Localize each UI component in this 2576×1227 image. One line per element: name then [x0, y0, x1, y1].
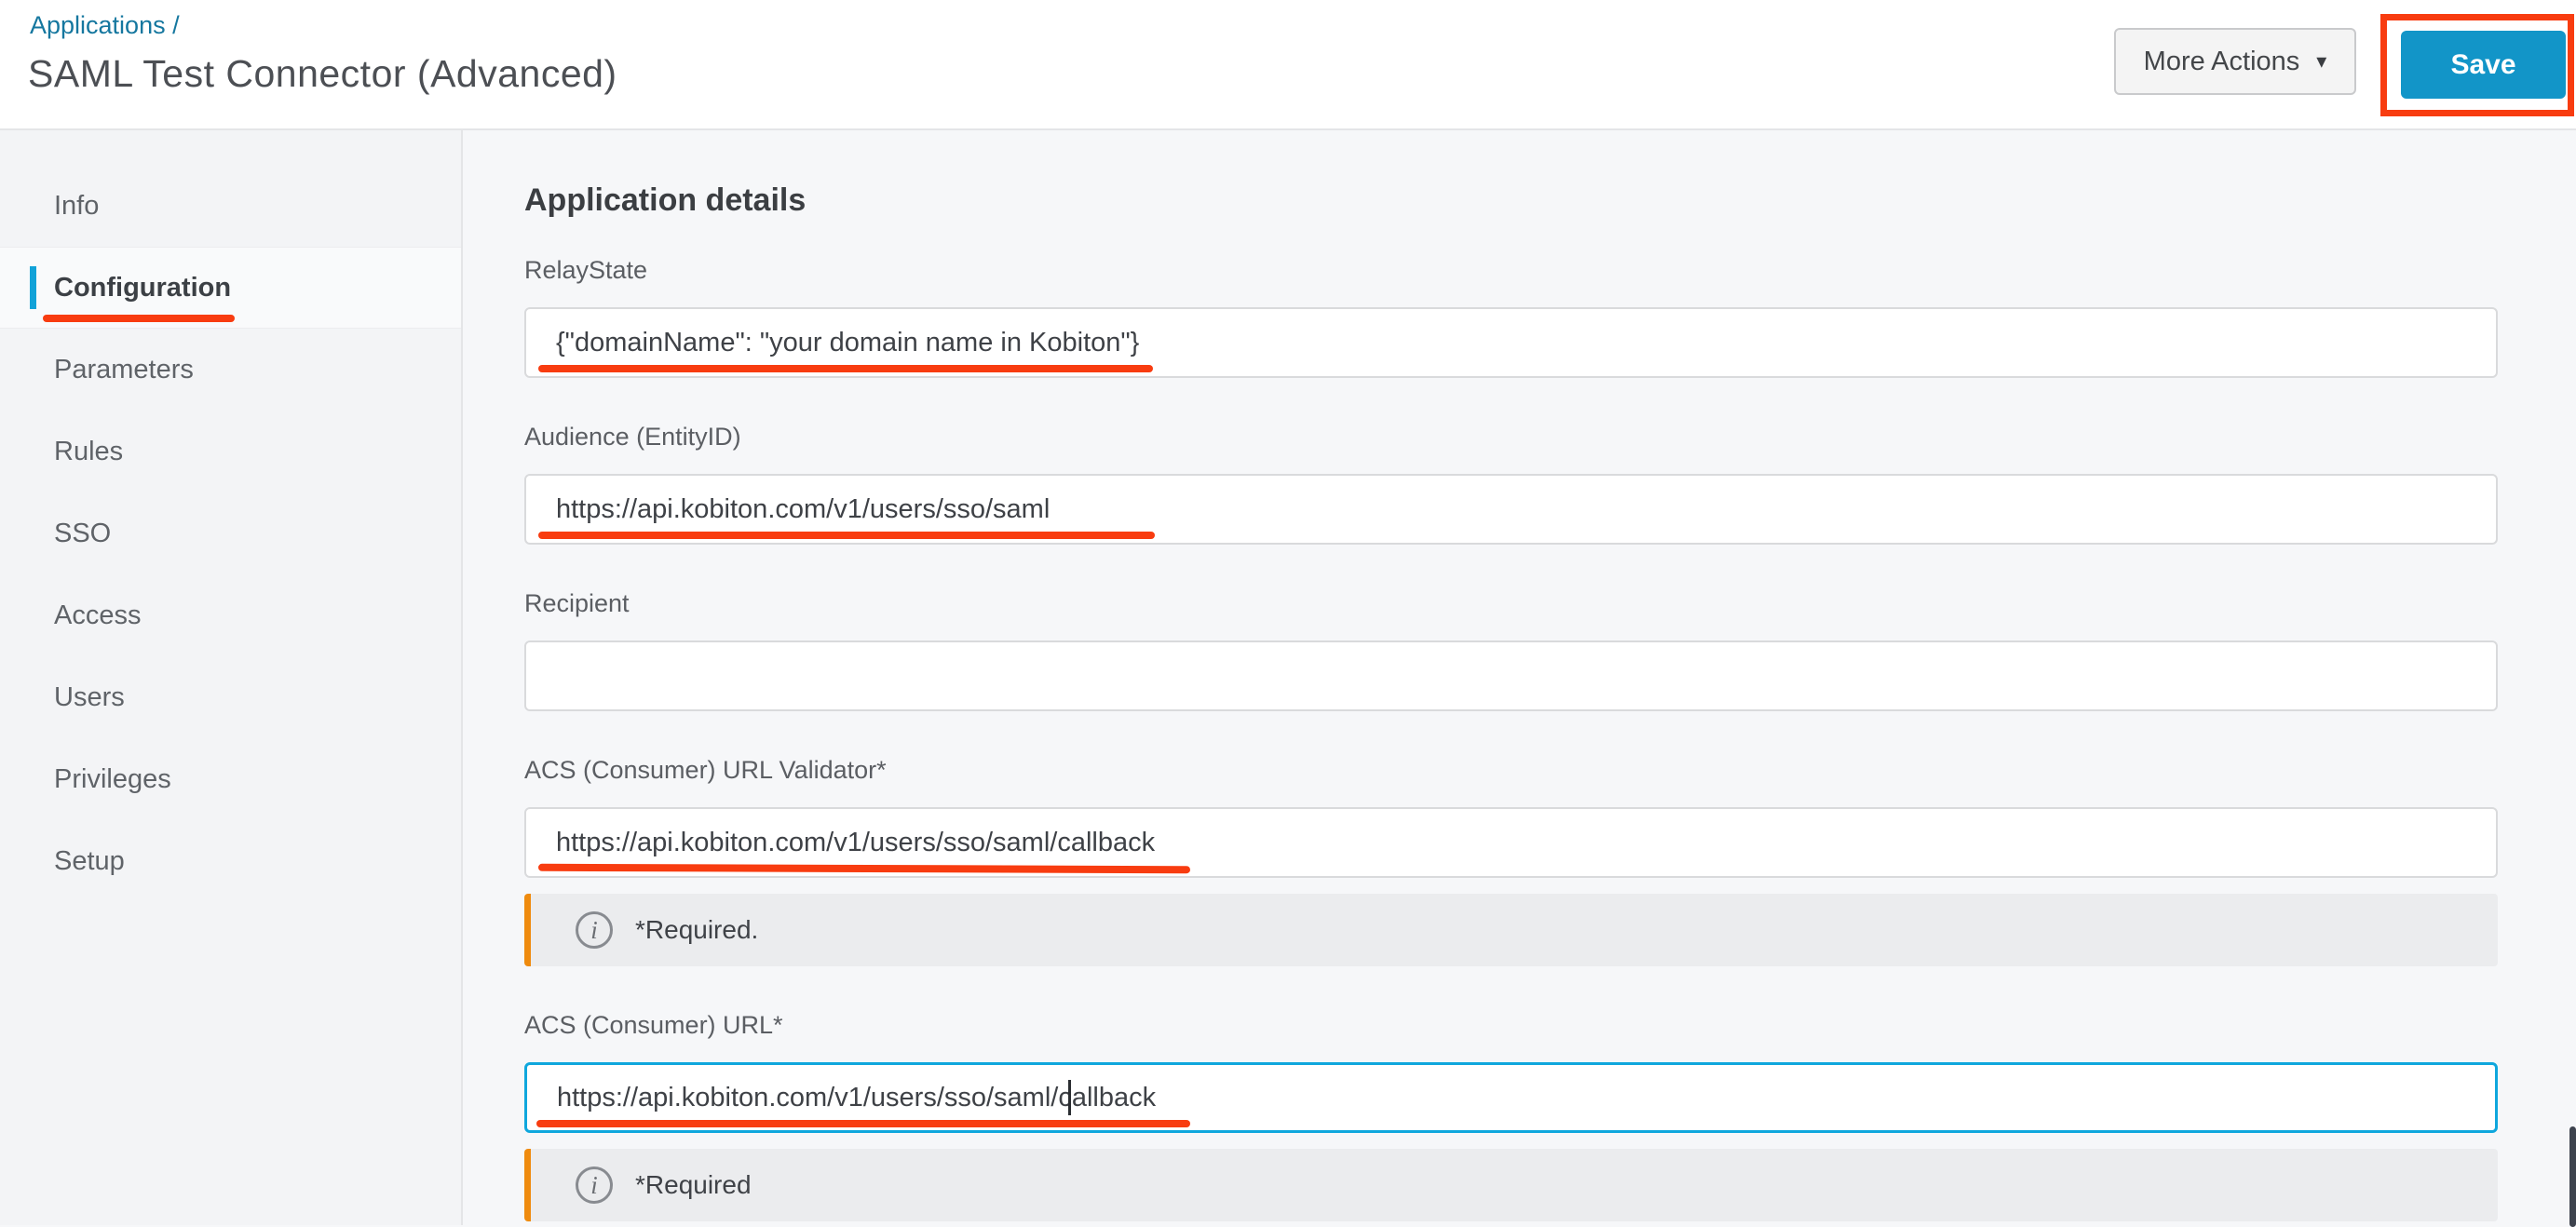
- active-indicator: [30, 266, 36, 309]
- recipient-label: Recipient: [524, 589, 630, 617]
- section-heading: Application details: [524, 182, 807, 218]
- required-note: i *Required: [524, 1149, 2498, 1221]
- relaystate-label: RelayState: [524, 256, 648, 284]
- sidebar-nav: Info Configuration Parameters Rules SSO …: [0, 130, 463, 1225]
- chevron-down-icon: ▾: [2316, 49, 2327, 73]
- more-actions-button[interactable]: More Actions ▾: [2114, 28, 2356, 95]
- acs-url-input[interactable]: [524, 1062, 2498, 1133]
- sidebar-item-privileges[interactable]: Privileges: [0, 738, 461, 820]
- sidebar-item-access[interactable]: Access: [0, 574, 461, 656]
- configuration-annotation-underline: [43, 315, 235, 322]
- sidebar-item-label: Access: [54, 600, 142, 630]
- page-title: SAML Test Connector (Advanced): [28, 52, 617, 95]
- sidebar-item-label: Privileges: [54, 763, 171, 794]
- more-actions-label: More Actions: [2143, 46, 2300, 76]
- required-note-text: *Required.: [635, 915, 759, 944]
- main-content: Application details RelayState Audience …: [463, 130, 2576, 1225]
- sidebar-item-sso[interactable]: SSO: [0, 492, 461, 574]
- field-group-relaystate: RelayState: [524, 256, 2498, 378]
- field-group-acs-url: ACS (Consumer) URL* i *Required: [524, 1011, 2498, 1221]
- breadcrumb[interactable]: Applications /: [30, 11, 180, 40]
- sidebar-item-label: Configuration: [54, 272, 232, 303]
- sidebar-item-rules[interactable]: Rules: [0, 411, 461, 492]
- save-button[interactable]: Save: [2401, 31, 2566, 99]
- scrollbar-thumb[interactable]: [2569, 1126, 2576, 1227]
- acs-validator-label: ACS (Consumer) URL Validator*: [524, 756, 887, 784]
- acs-url-label: ACS (Consumer) URL*: [524, 1011, 783, 1039]
- required-note: i *Required.: [524, 894, 2498, 966]
- audience-input[interactable]: [524, 474, 2498, 545]
- sidebar-item-info[interactable]: Info: [0, 165, 461, 247]
- audience-label: Audience (EntityID): [524, 423, 741, 451]
- field-group-audience: Audience (EntityID): [524, 423, 2498, 545]
- page-header: Applications / SAML Test Connector (Adva…: [0, 0, 2576, 130]
- sidebar-item-parameters[interactable]: Parameters: [0, 329, 461, 411]
- info-icon: i: [576, 1166, 613, 1204]
- sidebar-item-users[interactable]: Users: [0, 656, 461, 738]
- sidebar-item-label: Setup: [54, 845, 125, 876]
- field-group-acs-validator: ACS (Consumer) URL Validator* i *Require…: [524, 756, 2498, 966]
- sidebar-item-configuration[interactable]: Configuration: [0, 247, 461, 329]
- sidebar-item-label: Parameters: [54, 354, 194, 384]
- sidebar-item-label: Rules: [54, 436, 124, 466]
- info-icon: i: [576, 911, 613, 949]
- sidebar-item-label: Users: [54, 681, 125, 712]
- required-note-text: *Required: [635, 1170, 752, 1199]
- sidebar-item-setup[interactable]: Setup: [0, 820, 461, 902]
- relaystate-input[interactable]: [524, 307, 2498, 378]
- acs-validator-input[interactable]: [524, 807, 2498, 878]
- field-group-recipient: Recipient: [524, 589, 2498, 711]
- sidebar-item-label: SSO: [54, 518, 112, 548]
- recipient-input[interactable]: [524, 640, 2498, 711]
- sidebar-item-label: Info: [54, 190, 100, 221]
